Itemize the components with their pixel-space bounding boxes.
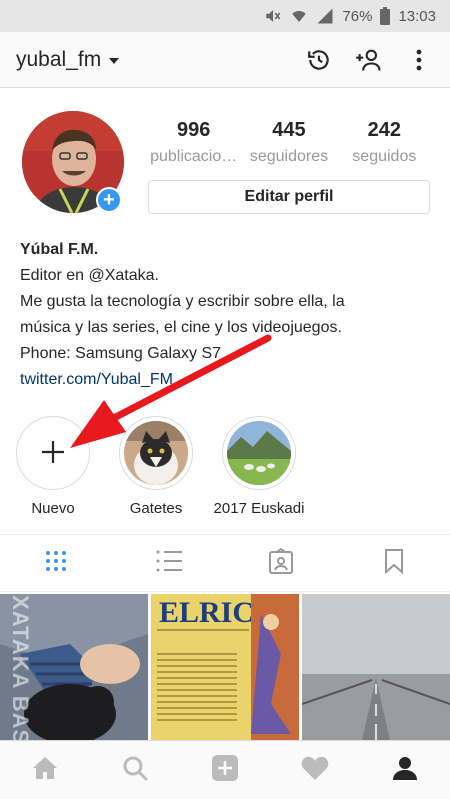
svg-text:ELRIC: ELRIC	[159, 596, 254, 629]
following-count: 242	[367, 119, 401, 141]
post-thumbnail[interactable]: ELRIC	[151, 594, 299, 740]
battery-percent: 76%	[342, 7, 373, 25]
profile-header: + 996 publicacio… 445 seguidores 242 seg…	[0, 111, 450, 221]
new-highlight-circle[interactable]	[16, 416, 90, 490]
stat-posts[interactable]: 996 publicacio…	[146, 119, 241, 166]
plus-icon	[40, 435, 66, 471]
add-person-icon[interactable]	[354, 45, 384, 75]
highlight-label: Gatetes	[129, 500, 183, 517]
post-thumbnail[interactable]	[302, 594, 450, 740]
search-icon	[122, 755, 148, 786]
profile-icon	[392, 755, 418, 786]
content-tabs	[0, 534, 450, 592]
bio-line: música y las series, el cine y los video…	[20, 319, 342, 336]
highlight-cover[interactable]	[222, 416, 296, 490]
highlight-label: 2017 Euskadi	[213, 500, 305, 517]
photo-grid: ELRIC	[0, 594, 450, 740]
tagged-icon	[269, 547, 294, 579]
more-icon[interactable]	[404, 45, 434, 75]
home-icon	[32, 755, 58, 786]
bio-line: Me gusta la tecnología y escribir sobre …	[20, 293, 345, 310]
highlight-gatetes[interactable]: Gatetes	[118, 416, 194, 517]
battery-icon	[380, 7, 391, 25]
stat-followers[interactable]: 445 seguidores	[241, 119, 336, 166]
following-label: seguidos	[352, 148, 417, 165]
clock: 13:03	[398, 7, 436, 25]
profile-stats: 996 publicacio… 445 seguidores 242 segui…	[146, 119, 432, 166]
highlight-new[interactable]: Nuevo	[16, 416, 90, 517]
chevron-down-icon	[109, 57, 120, 64]
status-bar: 76% 13:03	[0, 0, 450, 32]
bio-line: Phone: Samsung Galaxy S7	[20, 345, 222, 362]
history-icon[interactable]	[304, 45, 334, 75]
tab-saved[interactable]	[338, 535, 450, 591]
bio: Yúbal F.M. Editor en @Xataka. Me gusta l…	[20, 237, 440, 393]
bottom-nav	[0, 740, 450, 799]
nav-new-post[interactable]	[180, 741, 270, 799]
stat-following[interactable]: 242 seguidos	[337, 119, 432, 166]
add-story-badge[interactable]: +	[96, 187, 122, 213]
edit-profile-button[interactable]: Editar perfil	[148, 180, 430, 214]
tab-grid[interactable]	[0, 535, 113, 591]
posts-label: publicacio…	[150, 148, 238, 165]
tab-tagged[interactable]	[225, 535, 338, 591]
highlight-cover[interactable]	[119, 416, 193, 490]
account-switcher[interactable]: yubal_fm	[16, 47, 120, 72]
nav-profile[interactable]	[360, 741, 450, 799]
signal-icon	[316, 7, 334, 25]
posts-count: 996	[176, 119, 211, 141]
list-icon	[156, 549, 182, 578]
mute-icon	[264, 7, 282, 25]
add-post-icon	[211, 754, 239, 787]
followers-label: seguidores	[249, 148, 329, 165]
nav-search[interactable]	[90, 741, 180, 799]
highlight-label: Nuevo	[31, 500, 75, 517]
heart-icon	[301, 755, 329, 786]
highlight-2017-euskadi[interactable]: 2017 Euskadi	[210, 416, 308, 517]
display-name: Yúbal F.M.	[20, 241, 99, 258]
bookmark-icon	[384, 548, 404, 579]
grid-icon	[44, 549, 68, 578]
top-bar: yubal_fm	[0, 32, 450, 88]
followers-count: 445	[272, 119, 306, 141]
nav-activity[interactable]	[270, 741, 360, 799]
tab-list[interactable]	[113, 535, 226, 591]
nav-home[interactable]	[0, 741, 90, 799]
username: yubal_fm	[16, 47, 102, 71]
bio-link[interactable]: twitter.com/Yubal_FM	[20, 367, 440, 393]
wifi-icon	[290, 7, 308, 25]
story-highlights: Nuevo Gatetes 2017 Euskadi	[0, 416, 450, 526]
bio-line: Editor en @Xataka.	[20, 267, 159, 284]
post-thumbnail[interactable]	[0, 594, 148, 740]
